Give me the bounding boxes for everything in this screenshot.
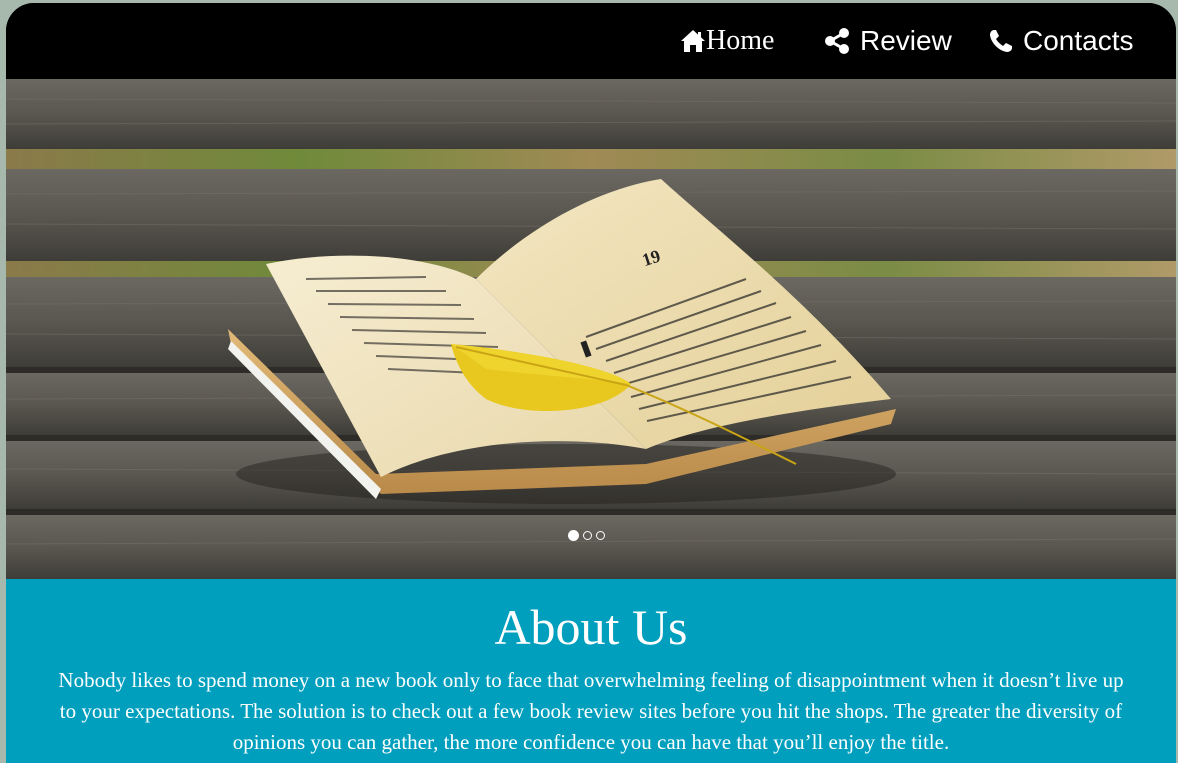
nav-home-label: Home <box>706 25 775 56</box>
slider-dot-2[interactable] <box>583 531 592 540</box>
slider-dot-3[interactable] <box>596 531 605 540</box>
share-icon <box>824 28 850 54</box>
about-section: About Us Nobody likes to spend money on … <box>6 579 1176 763</box>
about-text: Nobody likes to spend money on a new boo… <box>58 668 1124 754</box>
hero-image: 19 <box>6 79 1176 579</box>
hero-slider: 19 <box>6 79 1176 579</box>
nav-contacts-link[interactable]: Contacts <box>989 23 1134 59</box>
nav-review-label: Review <box>860 25 952 56</box>
home-icon <box>680 29 706 53</box>
slider-dot-1[interactable] <box>568 530 579 541</box>
page: Home Review Contacts 19 About Us Nobody … <box>6 3 1176 763</box>
nav-contacts-label: Contacts <box>1023 25 1134 56</box>
nav-home-link[interactable]: Home <box>680 23 774 59</box>
navbar: Home Review Contacts <box>6 3 1176 79</box>
phone-icon <box>989 29 1013 53</box>
slider-dots <box>568 530 605 541</box>
about-title: About Us <box>494 599 688 655</box>
nav-review-link[interactable]: Review <box>824 23 952 59</box>
